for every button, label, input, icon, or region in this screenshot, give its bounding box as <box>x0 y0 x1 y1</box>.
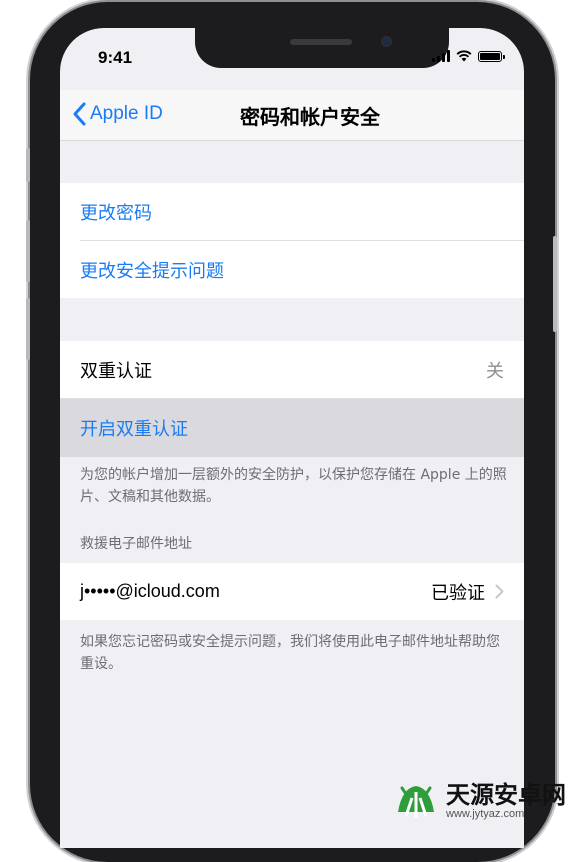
rescue-email-footer: 如果您忘记密码或安全提示问题，我们将使用此电子邮件地址帮助您重设。 <box>80 634 500 672</box>
android-logo-icon <box>398 786 434 818</box>
signal-icon <box>432 50 450 62</box>
verified-status: 已验证 <box>431 582 485 604</box>
enable-two-factor-item[interactable]: 开启双重认证 <box>60 399 524 457</box>
volume-up-button <box>26 220 30 282</box>
camera-icon <box>381 36 392 47</box>
two-factor-label: 双重认证 <box>80 360 152 382</box>
mute-switch <box>26 148 30 182</box>
change-password-item[interactable]: 更改密码 <box>60 183 524 240</box>
wifi-icon <box>456 50 472 62</box>
two-factor-status: 关 <box>486 360 504 382</box>
navigation-bar: Apple ID 密码和帐户安全 <box>60 90 524 141</box>
rescue-email-group: j•••••@icloud.com 已验证 <box>60 563 524 620</box>
status-icons <box>432 50 505 62</box>
two-factor-row: 双重认证 关 <box>60 341 524 398</box>
speaker-grille <box>290 39 352 45</box>
password-group: 更改密码 更改安全提示问题 <box>60 183 524 298</box>
two-factor-footer: 为您的帐户增加一层额外的安全防护，以保护您存储在 Apple 上的照片、文稿和其… <box>80 467 507 505</box>
page-title: 密码和帐户安全 <box>240 105 380 129</box>
power-button <box>553 236 557 332</box>
change-security-questions-item[interactable]: 更改安全提示问题 <box>60 241 524 298</box>
rescue-email-header: 救援电子邮件地址 <box>80 536 192 552</box>
watermark: 天源安卓网 www.jytyaz.com <box>392 778 566 824</box>
chevron-right-icon <box>495 584 504 599</box>
battery-icon <box>478 51 505 62</box>
screen: 9:41 Apple ID 密码和帐户安全 更改密码 更改安全提示问题 双重认证… <box>60 28 524 848</box>
watermark-url: www.jytyaz.com <box>446 808 525 820</box>
watermark-title: 天源安卓网 <box>446 781 566 809</box>
rescue-email-address: j•••••@icloud.com <box>80 581 220 601</box>
notch <box>195 28 449 68</box>
status-time: 9:41 <box>98 48 133 67</box>
two-factor-group: 双重认证 关 开启双重认证 <box>60 341 524 457</box>
volume-down-button <box>26 298 30 360</box>
rescue-email-row[interactable]: j•••••@icloud.com 已验证 <box>60 563 524 620</box>
